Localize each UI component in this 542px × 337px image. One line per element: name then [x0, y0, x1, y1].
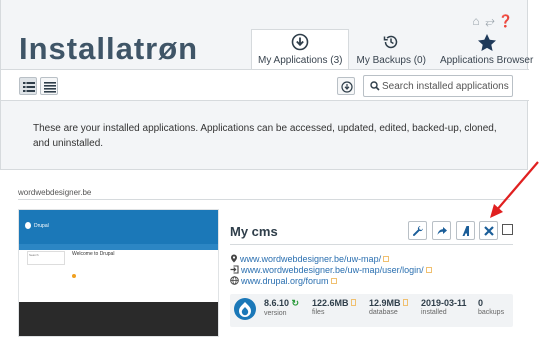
annotation-arrow-icon — [490, 161, 539, 218]
help-icon[interactable]: ❓ — [498, 14, 513, 28]
update-button[interactable] — [456, 221, 475, 240]
header-panel: ⌂ ⥂❓ Installatrøn My Applications (3) My … — [0, 0, 533, 170]
stat-label: database — [369, 309, 398, 316]
app-screenshot[interactable]: Drupal Search Welcome to Drupal — [18, 209, 219, 337]
fullscreen-icon[interactable]: ⥂ — [484, 14, 498, 29]
tab-label: Applications Browser — [439, 55, 534, 66]
tab-applications-browser[interactable]: Applications Browser — [433, 29, 540, 69]
app-url-link[interactable]: www.wordwebdesigner.be/uw-map/ — [230, 254, 390, 265]
stat-label: version — [264, 310, 287, 317]
stat-label: backups — [478, 309, 505, 316]
external-link-icon — [425, 267, 432, 273]
external-link-icon — [330, 278, 337, 284]
domain-label: wordwebdesigner.be — [18, 188, 92, 197]
uninstall-button[interactable] — [479, 221, 498, 240]
logo: Installatrøn — [19, 31, 199, 66]
screenshot-search-block: Search — [27, 251, 65, 265]
screenshot-site-name: Drupal — [34, 223, 49, 229]
screenshot-welcome: Welcome to Drupal — [72, 251, 115, 257]
stat-value: 0 — [478, 298, 484, 308]
drupal-logo-icon — [234, 298, 256, 320]
login-icon — [230, 265, 239, 274]
external-link-icon — [383, 256, 390, 262]
search-field[interactable] — [363, 75, 513, 97]
location-icon — [231, 254, 237, 263]
forum-link[interactable]: www.drupal.org/forum — [230, 276, 337, 287]
toolbar — [1, 69, 529, 101]
download-circle-icon — [341, 81, 353, 93]
external-link-icon[interactable] — [403, 299, 409, 306]
wrench-icon — [413, 226, 423, 236]
stat-version: 8.6.10 ↻ version — [264, 298, 299, 317]
screenshot-header: Drupal — [19, 210, 218, 244]
stat-database: 12.9MB database — [369, 298, 409, 316]
tab-my-applications[interactable]: My Applications (3) — [251, 29, 350, 69]
install-button[interactable] — [337, 77, 355, 95]
main-tabs: My Applications (3) My Backups (0) Appli… — [251, 29, 540, 69]
stat-label: files — [312, 309, 325, 316]
download-circle-icon — [258, 33, 342, 55]
clone-button[interactable] — [432, 221, 451, 240]
stat-files: 122.6MB files — [312, 298, 357, 316]
app-url-text: www.wordwebdesigner.be/uw-map/ — [240, 254, 382, 264]
admin-url-link[interactable]: www.wordwebdesigner.be/uw-map/user/login… — [230, 265, 432, 276]
share-arrow-icon — [437, 227, 447, 235]
compact-view-button[interactable] — [40, 77, 58, 95]
upgrade-icon — [462, 226, 469, 236]
divider — [18, 199, 510, 200]
stat-label: installed — [421, 309, 447, 316]
stat-installed: 2019-03-11 installed — [421, 298, 467, 316]
screenshot-footer — [19, 302, 218, 336]
tab-label: My Applications (3) — [258, 55, 343, 66]
stat-value: 12.9MB — [369, 298, 401, 308]
close-icon — [484, 226, 494, 236]
home-icon[interactable]: ⌂ — [470, 14, 484, 28]
stat-value: 2019-03-11 — [421, 298, 467, 308]
search-input[interactable] — [382, 79, 510, 93]
globe-icon — [230, 276, 239, 285]
admin-url-text: www.wordwebdesigner.be/uw-map/user/login… — [241, 265, 424, 275]
external-link-icon[interactable] — [351, 299, 357, 306]
edit-button[interactable] — [408, 221, 427, 240]
refresh-icon[interactable]: ↻ — [292, 298, 300, 308]
app-title: My cms — [230, 224, 278, 239]
drupal-logo-icon — [25, 222, 31, 229]
star-icon — [440, 33, 533, 55]
intro-text: These are your installed applications. A… — [33, 123, 497, 149]
stat-value: 122.6MB — [312, 298, 349, 308]
compact-list-icon — [44, 82, 56, 93]
installatron-page: ⌂ ⥂❓ Installatrøn My Applications (3) My … — [0, 0, 542, 337]
select-checkbox[interactable] — [502, 224, 513, 235]
detail-list-icon — [23, 82, 35, 92]
divider — [230, 244, 513, 245]
tab-label: My Backups (0) — [356, 55, 426, 66]
tab-my-backups[interactable]: My Backups (0) — [349, 29, 432, 69]
history-icon — [356, 33, 425, 55]
screenshot-nav — [19, 244, 218, 250]
stat-value: 8.6.10 — [264, 298, 290, 308]
list-view-button[interactable] — [19, 77, 37, 95]
forum-url-text: www.drupal.org/forum — [241, 276, 329, 286]
top-icons: ⌂ ⥂❓ — [470, 14, 513, 29]
stat-backups: 0 backups — [478, 298, 504, 316]
app-stats: 8.6.10 ↻ version 122.6MB files 12.9MB da… — [230, 294, 513, 327]
screenshot-dot — [72, 274, 76, 278]
search-icon — [370, 81, 380, 91]
